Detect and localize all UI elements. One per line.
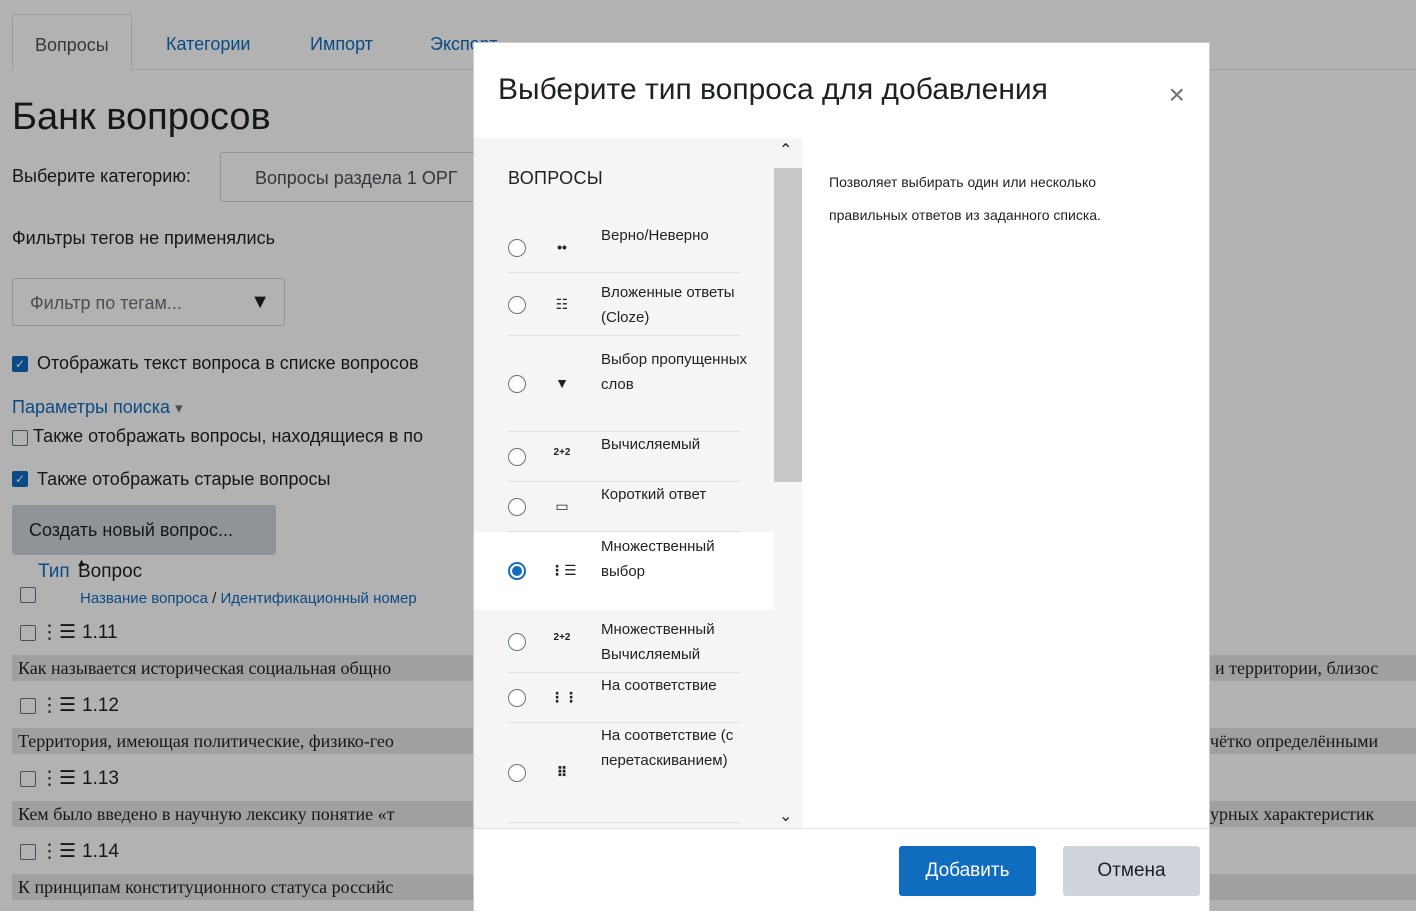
question-type-option[interactable]: •• Верно/Неверно	[474, 223, 774, 273]
calculated-icon: 2+2	[553, 447, 571, 458]
calculated-multi-icon: 2+2	[553, 631, 571, 643]
question-type-option[interactable]: 2+2 Вычисляемый	[474, 432, 774, 482]
option-radio[interactable]	[508, 448, 526, 466]
select-missing-words-icon: ▼	[555, 375, 569, 391]
option-label: Выбор пропущенных слов	[601, 350, 748, 393]
dialog-title: Выберите тип вопроса для добавления	[498, 73, 1048, 106]
scroll-up-icon[interactable]: ⌃	[779, 140, 792, 160]
cancel-button[interactable]: Отмена	[1063, 846, 1200, 896]
option-label: Множественный Вычисляемый	[601, 620, 715, 663]
option-label: Вычисляемый	[601, 436, 701, 453]
option-radio[interactable]	[508, 764, 526, 782]
multichoice-icon: ⋮☰	[550, 562, 577, 578]
option-radio[interactable]	[508, 239, 526, 257]
option-label: На соответствие (с перетаскиванием)	[601, 727, 734, 769]
question-type-option[interactable]: 2+2 Множественный Вычисляемый	[474, 610, 774, 673]
question-type-option[interactable]: ☷ Вложенные ответы (Cloze)	[474, 273, 774, 336]
dialog-header: Выберите тип вопроса для добавления ×	[474, 43, 1209, 139]
question-type-dialog: Выберите тип вопроса для добавления × ВО…	[473, 42, 1210, 913]
options-scrollbar[interactable]: ⌃ ⌄	[774, 138, 802, 828]
option-radio[interactable]	[508, 689, 526, 707]
question-type-option[interactable]: ⋮⋮ На соответствие	[474, 673, 774, 723]
option-label: Множественный выбор	[601, 537, 715, 580]
option-radio[interactable]	[508, 375, 526, 393]
add-button[interactable]: Добавить	[899, 846, 1036, 896]
option-label: На соответствие	[601, 677, 717, 694]
matching-icon: ⋮⋮	[550, 689, 578, 705]
option-divider	[507, 822, 741, 823]
question-type-option[interactable]: ▼ Выбор пропущенных слов	[474, 336, 774, 432]
dialog-footer: Добавить Отмена	[474, 828, 1209, 913]
option-label: Вложенные ответы (Cloze)	[601, 283, 735, 326]
option-label: Верно/Неверно	[601, 227, 709, 244]
option-radio[interactable]	[508, 498, 526, 516]
question-type-option[interactable]: ▭ Короткий ответ	[474, 482, 774, 532]
question-type-option[interactable]: ⠿ На соответствие (с перетаскиванием)	[474, 723, 774, 823]
option-radio[interactable]	[508, 295, 526, 314]
close-icon[interactable]: ×	[1169, 81, 1185, 109]
section-heading: ВОПРОСЫ	[508, 168, 603, 188]
true-false-icon: ••	[557, 239, 567, 255]
option-radio[interactable]	[508, 562, 526, 580]
option-label: Короткий ответ	[601, 486, 707, 503]
drag-matching-icon: ⠿	[556, 764, 568, 780]
question-type-list: ВОПРОСЫ •• Верно/Неверно ☷ Вложенные ответы…	[474, 138, 774, 828]
description-pane: Позволяет выбирать один или несколько пр…	[802, 138, 1209, 828]
short-answer-icon: ▭	[555, 498, 569, 514]
cloze-icon: ☷	[555, 295, 569, 312]
option-radio[interactable]	[508, 632, 526, 651]
scroll-thumb[interactable]	[774, 168, 802, 482]
scroll-down-icon[interactable]: ⌄	[779, 806, 792, 826]
question-type-option[interactable]: ⋮☰ Множественный выбор	[474, 532, 774, 610]
type-description: Позволяет выбирать один или несколько пр…	[829, 174, 1101, 223]
